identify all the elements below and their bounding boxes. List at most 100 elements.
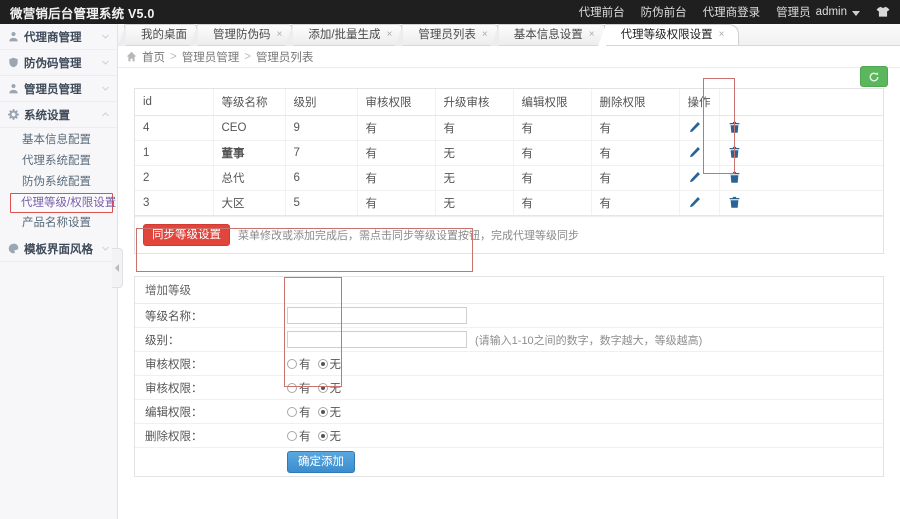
- edit-permission-no[interactable]: 无: [317, 404, 342, 420]
- top-link-agent-frontend[interactable]: 代理前台: [579, 4, 625, 20]
- delete-permission-label: 删除权限：: [145, 430, 203, 443]
- cell-id: 4: [135, 115, 213, 141]
- trash-icon[interactable]: [728, 121, 742, 135]
- level-number-input[interactable]: [287, 331, 467, 348]
- radio-label: 有: [299, 406, 311, 419]
- close-icon[interactable]: ×: [277, 30, 283, 40]
- cell-audit: 有: [356, 165, 435, 191]
- pencil-icon[interactable]: [688, 171, 702, 185]
- sidebar-group-admin[interactable]: 管理员管理: [0, 76, 117, 102]
- form-row-name: 等级名称：: [135, 304, 883, 328]
- admin-icon: [9, 84, 18, 94]
- top-link-agent-login[interactable]: 代理商登录: [703, 4, 761, 20]
- level-name-label: 等级名称：: [145, 310, 203, 323]
- pencil-icon[interactable]: [688, 196, 702, 210]
- sidebar-group-label: 模板界面风格: [24, 243, 93, 256]
- table-row[interactable]: 2 总代 6 有 无 有 有: [135, 165, 883, 191]
- sidebar-item-anticounterfeit-config[interactable]: 防伪系统配置: [0, 172, 117, 193]
- top-link-anticounterfeit-frontend[interactable]: 防伪前台: [641, 4, 687, 20]
- refresh-button[interactable]: [860, 66, 888, 87]
- close-icon[interactable]: ×: [482, 30, 488, 40]
- confirm-add-button[interactable]: 确定添加: [287, 451, 355, 473]
- col-name: 等级名称: [212, 89, 285, 116]
- delete-permission-no[interactable]: 无: [317, 428, 341, 444]
- sidebar-collapse-handle[interactable]: [112, 248, 123, 288]
- upgrade-permission-label: 审核权限：: [145, 382, 203, 395]
- level-hint: (请输入1-10之间的数字，数字越大，等级越高): [475, 334, 703, 347]
- sidebar-item-basic-config[interactable]: 基本信息配置: [0, 130, 117, 151]
- breadcrumb-item-admin-list[interactable]: 管理员列表: [256, 49, 314, 65]
- tab-manage-code[interactable]: 管理防伪码 ×: [189, 24, 298, 46]
- pencil-icon[interactable]: [688, 146, 702, 160]
- tab-add-batch-generate[interactable]: 添加/批量生成 ×: [285, 24, 408, 46]
- user-menu[interactable]: 管理员 admin: [776, 4, 860, 20]
- tab-admin-list[interactable]: 管理员列表 ×: [395, 24, 503, 46]
- cell-delete-action: [718, 115, 883, 141]
- tab-basic-info-settings[interactable]: 基本信息设置 ×: [490, 24, 610, 46]
- cell-delete: 有: [590, 115, 679, 141]
- close-icon[interactable]: ×: [719, 30, 725, 40]
- col-delete: 删除权限: [590, 89, 679, 116]
- form-row-submit: 确定添加: [135, 448, 883, 476]
- edit-permission-label: 编辑权限：: [145, 406, 203, 419]
- top-bar-links: 代理前台 防伪前台 代理商登录 管理员 admin: [579, 4, 900, 20]
- audit-permission-yes[interactable]: 有: [287, 356, 311, 372]
- tab-label: 代理等级权限设置: [620, 28, 713, 41]
- user-icon: [9, 32, 18, 42]
- table-row[interactable]: 4 CEO 9 有 有 有 有: [135, 115, 883, 141]
- audit-permission-no[interactable]: 无: [317, 356, 341, 372]
- tab-label: 管理员列表: [418, 28, 476, 41]
- col-upgrade: 升级审核: [434, 89, 513, 116]
- sidebar-group-label: 代理商管理: [24, 31, 82, 44]
- trash-icon[interactable]: [728, 196, 742, 210]
- sidebar-item-product-name[interactable]: 产品名称设置: [0, 213, 117, 234]
- sidebar-group-agent[interactable]: 代理商管理: [0, 24, 117, 50]
- close-icon[interactable]: ×: [589, 30, 595, 40]
- chevron-down-icon: [102, 34, 109, 39]
- sync-row: 同步等级设置 菜单修改或添加完成后，需点击同步等级设置按钮，完成代理等级同步: [135, 216, 883, 253]
- app-title: 微营销后台管理系统 V5.0: [10, 6, 155, 21]
- sidebar-group-system[interactable]: 系统设置: [0, 102, 117, 128]
- tab-label: 添加/批量生成: [308, 28, 381, 41]
- upgrade-permission-no[interactable]: 无: [317, 380, 341, 396]
- delete-permission-yes[interactable]: 有: [287, 428, 311, 444]
- breadcrumb-separator: >: [244, 50, 251, 63]
- cell-name: 董事: [212, 140, 285, 166]
- shirt-icon[interactable]: [876, 6, 890, 18]
- edit-permission-yes[interactable]: 有: [287, 404, 311, 420]
- trash-icon[interactable]: [728, 146, 742, 160]
- level-name-input[interactable]: [287, 307, 467, 324]
- radio-icon: [287, 358, 297, 369]
- cell-upgrade: 无: [434, 190, 513, 216]
- radio-label: 无: [329, 406, 342, 419]
- sidebar-group-anticounterfeit[interactable]: 防伪码管理: [0, 50, 117, 76]
- trash-icon[interactable]: [728, 171, 742, 185]
- col-edit: 编辑权限: [512, 89, 591, 116]
- close-icon[interactable]: ×: [387, 30, 393, 40]
- breadcrumb-item-admin-manage[interactable]: 管理员管理: [182, 49, 240, 65]
- user-role: 管理员: [776, 7, 811, 19]
- tab-agent-level-permission[interactable]: 代理等级权限设置 ×: [597, 24, 740, 46]
- pencil-icon[interactable]: [688, 121, 702, 135]
- table-row[interactable]: 1 董事 7 有 无 有 有: [135, 140, 883, 166]
- form-row-edit-permission: 编辑权限： 有 无: [135, 400, 883, 424]
- breadcrumb-item-home[interactable]: 首页: [142, 49, 165, 65]
- user-name: admin: [815, 6, 847, 18]
- sidebar-group-template-style[interactable]: 模板界面风格: [0, 236, 117, 262]
- cell-audit: 有: [356, 115, 435, 141]
- add-level-form: 增加等级 等级名称： 级别： (请输入1-10之间的数字，数字越大，等级越高): [134, 276, 884, 477]
- radio-label: 有: [299, 382, 311, 395]
- table-row[interactable]: 3 大区 5 有 无 有 有: [135, 190, 883, 216]
- cell-upgrade: 无: [434, 165, 513, 191]
- radio-icon: [287, 382, 297, 393]
- radio-icon: [287, 430, 297, 441]
- sidebar-item-agent-config[interactable]: 代理系统配置: [0, 151, 117, 172]
- sync-level-settings-button[interactable]: 同步等级设置: [143, 224, 230, 246]
- cell-edit-action: [678, 140, 719, 166]
- top-bar: 微营销后台管理系统 V5.0 代理前台 防伪前台 代理商登录 管理员 admin: [0, 0, 900, 24]
- content-area: id 等级名称 级别 审核权限 升级审核 编辑权限 删除权限 操作 4 CEO …: [118, 68, 900, 477]
- breadcrumb-separator: >: [170, 50, 177, 63]
- upgrade-permission-yes[interactable]: 有: [287, 380, 311, 396]
- radio-label: 有: [299, 358, 311, 371]
- sidebar-item-agent-level-permission[interactable]: 代理等级/权限设置: [10, 193, 116, 213]
